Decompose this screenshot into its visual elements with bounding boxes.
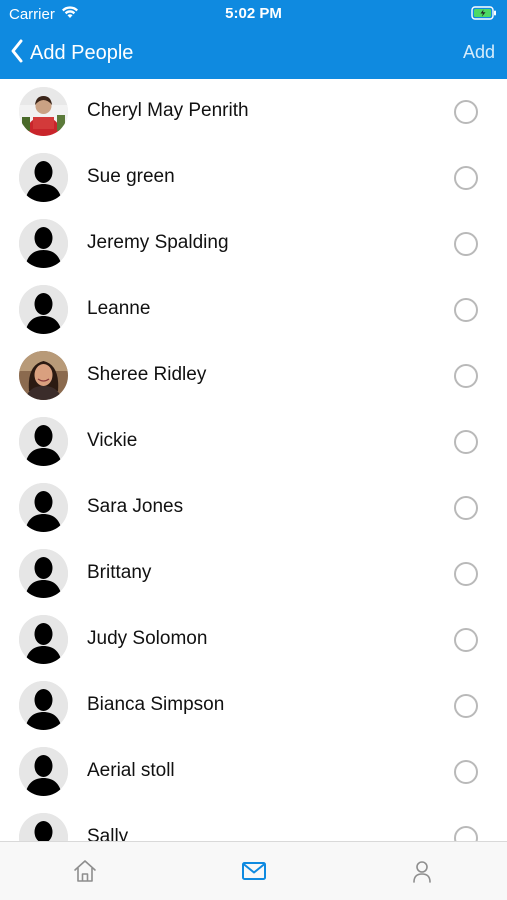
avatar [19,351,68,400]
default-avatar-icon [19,615,68,664]
tab-home[interactable] [70,856,100,886]
contact-row[interactable]: Bianca Simpson [0,673,507,739]
tab-profile[interactable] [407,856,437,886]
contact-row[interactable]: Sue green [0,145,507,211]
contact-row[interactable]: Sara Jones [0,475,507,541]
select-radio[interactable] [454,496,478,520]
select-radio[interactable] [454,694,478,718]
select-radio[interactable] [454,430,478,454]
user-icon [407,861,437,890]
contact-name: Sara Jones [87,496,184,517]
contact-row[interactable]: Judy Solomon [0,607,507,673]
select-radio[interactable] [454,232,478,256]
select-radio[interactable] [454,298,478,322]
contact-name: Jeremy Spalding [87,232,229,253]
contact-name: Bianca Simpson [87,694,225,715]
add-button[interactable]: Add [463,42,495,63]
contact-row[interactable]: Leanne [0,277,507,343]
default-avatar-icon [19,153,68,202]
default-avatar-icon [19,219,68,268]
status-time: 5:02 PM [225,5,282,22]
select-radio[interactable] [454,364,478,388]
avatar [19,87,68,136]
contact-name: Sheree Ridley [87,364,207,385]
contact-list: Cheryl May Penrith Sue green Jeremy Spaldi… [0,79,507,841]
default-avatar-icon [19,747,68,796]
contact-row[interactable]: Brittany [0,541,507,607]
mail-icon [239,862,269,890]
tab-mail[interactable] [239,856,269,886]
status-bar: Carrier 5:02 PM [0,0,507,28]
select-radio[interactable] [454,166,478,190]
page-title: Add People [30,42,134,64]
home-icon [70,860,100,890]
tab-bar [0,841,507,900]
default-avatar-icon [19,813,68,841]
default-avatar-icon [19,417,68,466]
battery-icon [471,6,497,24]
contact-name: Sue green [87,166,175,187]
select-radio[interactable] [454,628,478,652]
contact-name: Judy Solomon [87,628,208,649]
contact-row[interactable]: Sally [0,805,507,841]
contact-name: Leanne [87,298,151,319]
chevron-left-icon [10,38,24,69]
contact-name: Brittany [87,562,152,583]
contact-name: Cheryl May Penrith [87,100,249,121]
select-radio[interactable] [454,826,478,841]
contact-row[interactable]: Vickie [0,409,507,475]
contact-row[interactable]: Sheree Ridley [0,343,507,409]
contact-name: Aerial stoll [87,760,175,781]
navigation-bar: Add People Add [0,28,507,79]
contact-row[interactable]: Jeremy Spalding [0,211,507,277]
default-avatar-icon [19,483,68,532]
contact-row[interactable]: Cheryl May Penrith [0,79,507,145]
default-avatar-icon [19,285,68,334]
select-radio[interactable] [454,100,478,124]
back-button[interactable]: Add People [10,38,133,69]
contact-name: Vickie [87,430,138,451]
contact-row[interactable]: Aerial stoll [0,739,507,805]
contact-name: Sally [87,826,129,841]
select-radio[interactable] [454,760,478,784]
default-avatar-icon [19,681,68,730]
select-radio[interactable] [454,562,478,586]
default-avatar-icon [19,549,68,598]
